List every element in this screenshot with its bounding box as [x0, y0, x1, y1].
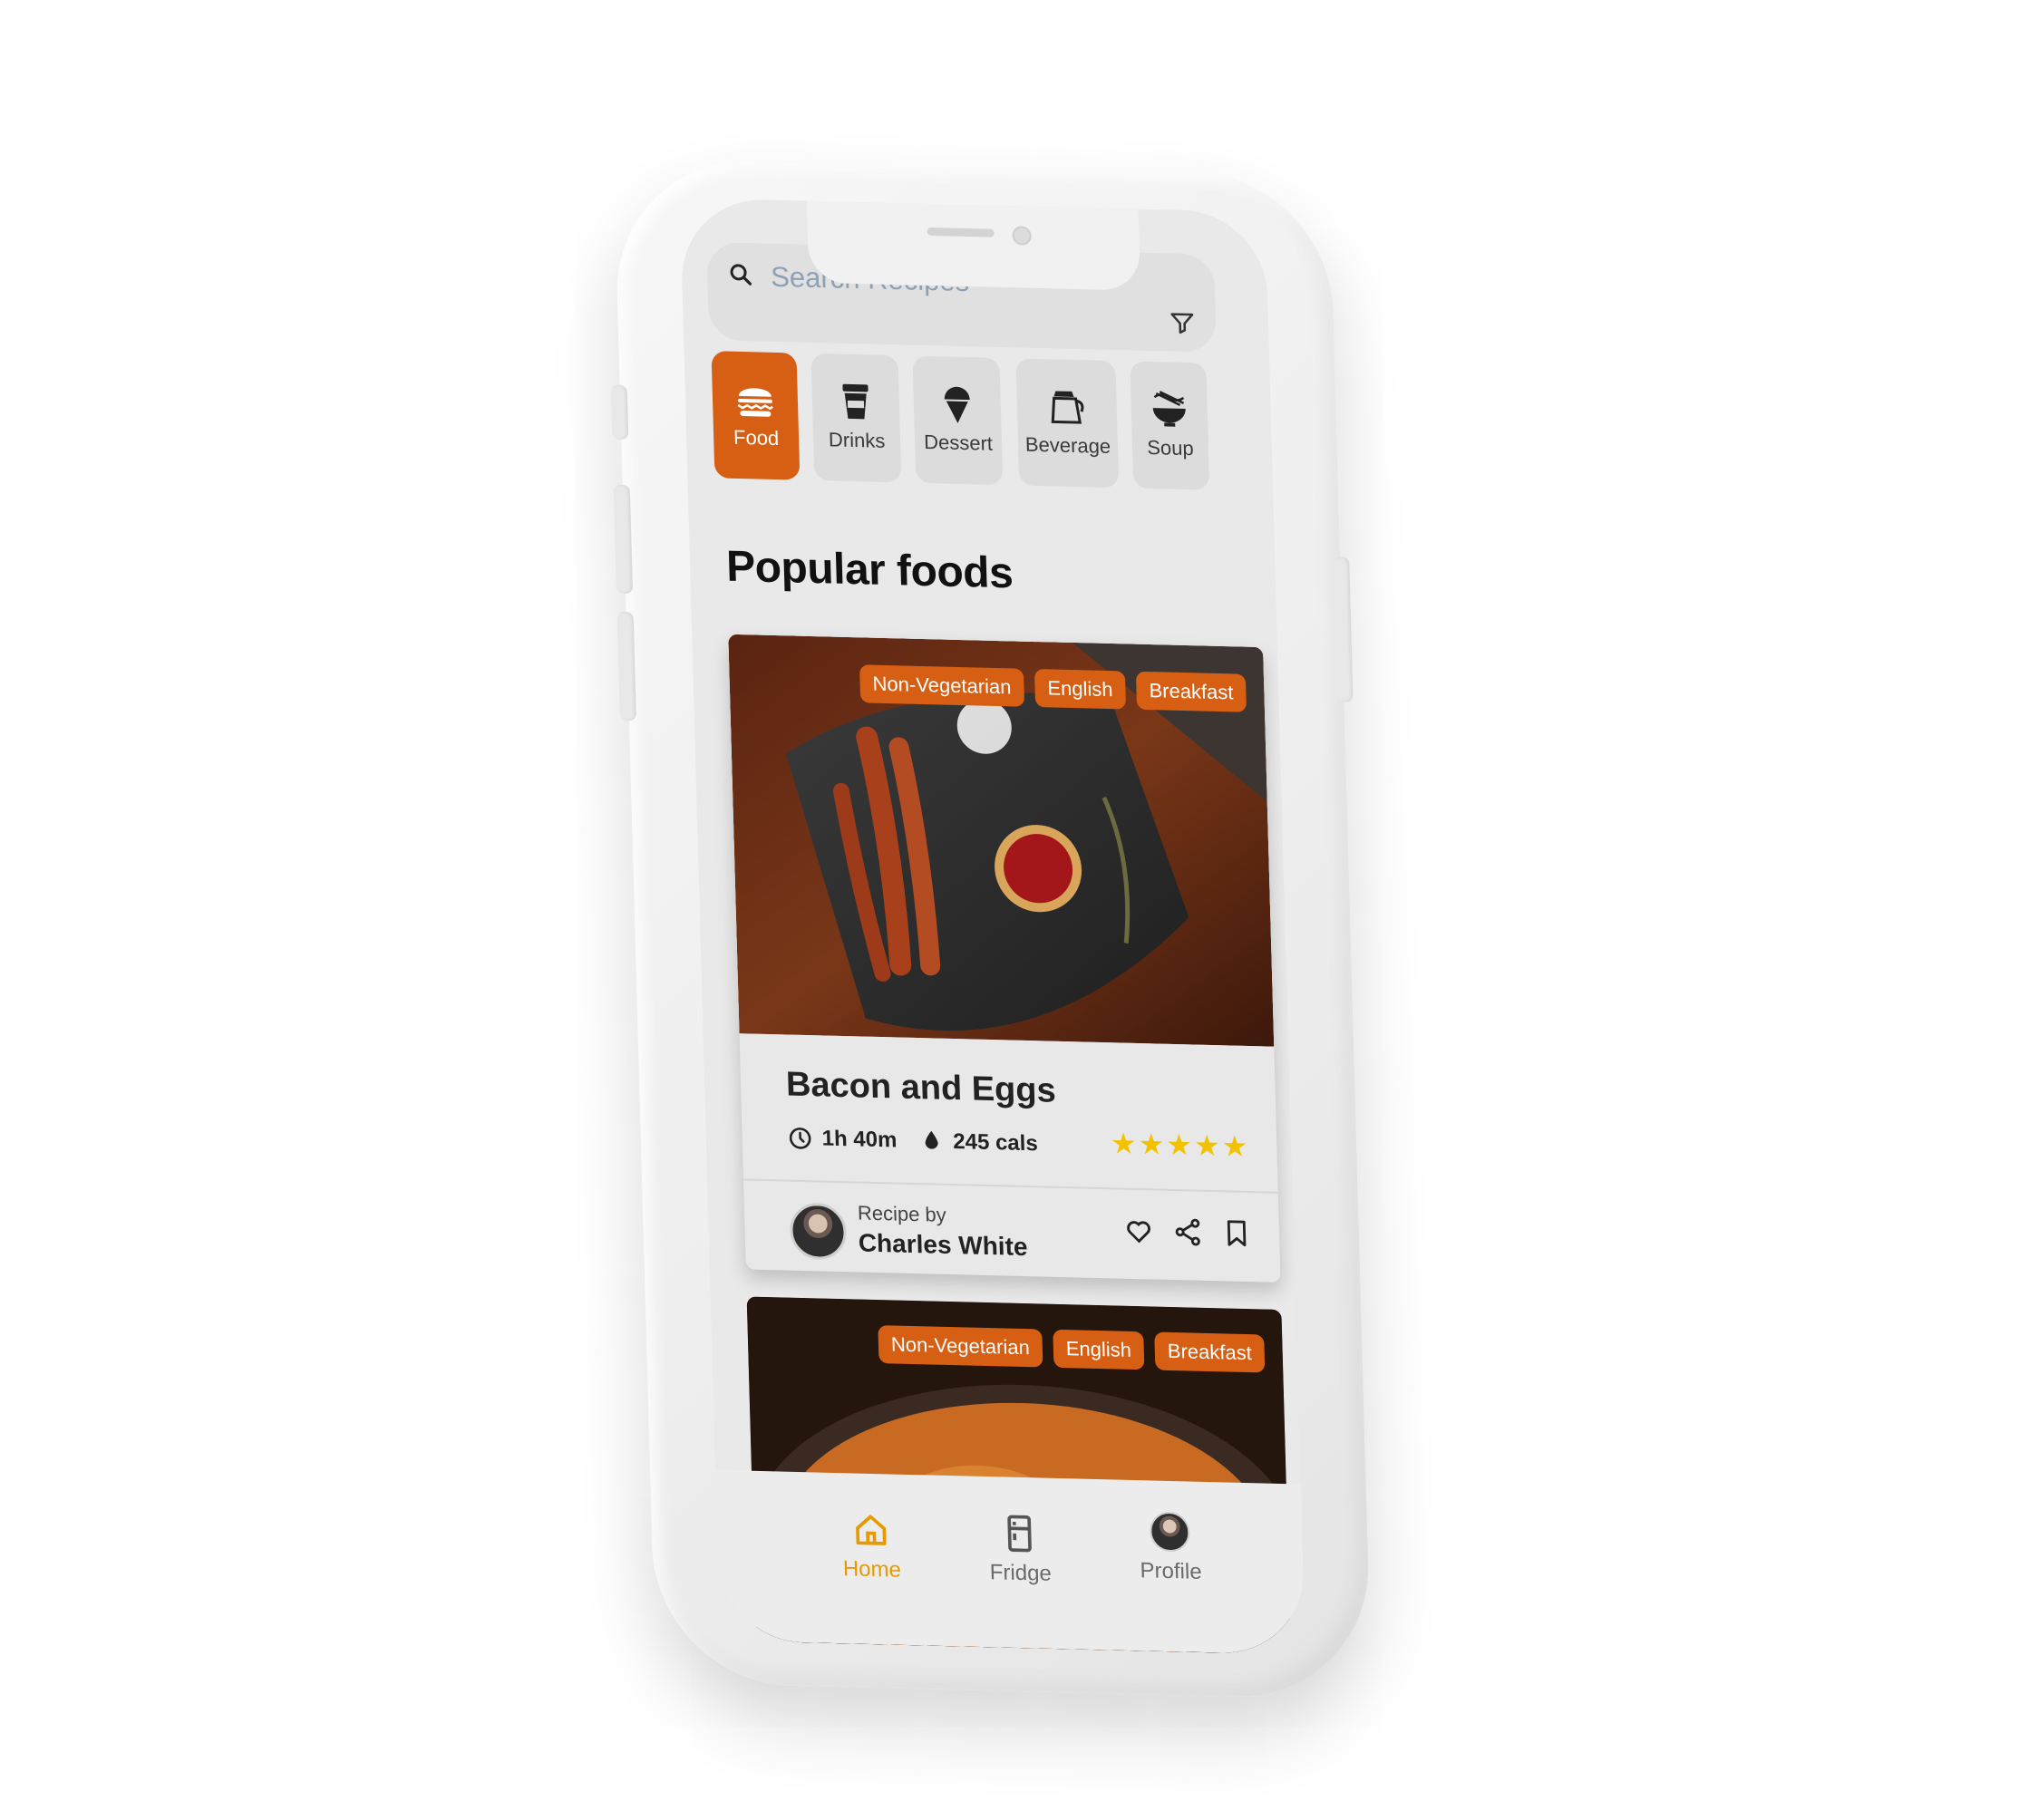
burger-icon — [737, 388, 773, 417]
category-label: Drinks — [828, 428, 886, 452]
star-icon: ★ — [1193, 1128, 1223, 1163]
star-icon: ★ — [1221, 1129, 1250, 1164]
bookmark-icon[interactable] — [1221, 1217, 1253, 1249]
nav-home[interactable]: Home — [816, 1508, 927, 1583]
category-label: Beverage — [1024, 432, 1111, 458]
category-dessert[interactable]: Dessert — [912, 355, 1004, 486]
coffee-pot-icon — [1051, 391, 1084, 424]
tag-breakfast[interactable]: Breakfast — [1135, 671, 1247, 712]
notch — [806, 198, 1141, 291]
fridge-icon — [1007, 1515, 1032, 1553]
nav-label: Fridge — [989, 1560, 1053, 1586]
ice-cream-icon — [944, 386, 970, 423]
category-soup[interactable]: Soup — [1130, 361, 1210, 490]
recipe-by-label: Recipe by — [857, 1201, 947, 1226]
tag-breakfast[interactable]: Breakfast — [1154, 1331, 1266, 1373]
nav-label: Profile — [1140, 1558, 1202, 1584]
share-icon[interactable] — [1172, 1216, 1204, 1248]
category-label: Dessert — [923, 430, 994, 455]
heart-icon[interactable] — [1123, 1215, 1155, 1247]
star-icon: ★ — [1165, 1128, 1195, 1162]
category-label: Food — [733, 425, 780, 450]
recipe-meta: 1h 40m 245 cals — [787, 1126, 1038, 1157]
mockup-stage: Food Drinks Dessert — [0, 0, 2038, 1820]
star-icon: ★ — [1138, 1128, 1167, 1161]
filter-icon[interactable] — [1169, 309, 1197, 337]
category-drinks[interactable]: Drinks — [810, 353, 902, 483]
nav-profile[interactable]: Profile — [1115, 1511, 1226, 1586]
tag-english[interactable]: English — [1034, 669, 1127, 710]
avatar — [1149, 1511, 1190, 1553]
tag-english[interactable]: English — [1053, 1329, 1145, 1370]
cook-time: 1h 40m — [821, 1126, 898, 1153]
author-avatar[interactable] — [789, 1202, 848, 1261]
phone-frame: Food Drinks Dessert — [610, 158, 1373, 1700]
volume-up-button — [613, 484, 634, 595]
category-label: Soup — [1146, 435, 1194, 460]
author-name[interactable]: Charles White — [858, 1228, 1028, 1262]
star-icon: ★ — [1110, 1127, 1140, 1161]
bottom-navigation: Home Fridge Profile — [714, 1469, 1305, 1655]
volume-down-button — [616, 611, 637, 721]
bowl-icon — [1152, 391, 1186, 427]
card-actions — [1123, 1215, 1253, 1250]
tag-non-vegetarian[interactable]: Non-Vegetarian — [878, 1325, 1043, 1368]
category-food[interactable]: Food — [711, 351, 801, 480]
front-camera — [1012, 226, 1032, 246]
nav-fridge[interactable]: Fridge — [965, 1512, 1075, 1587]
cup-icon — [842, 383, 869, 420]
section-title: Popular foods — [725, 542, 1014, 598]
tag-non-vegetarian[interactable]: Non-Vegetarian — [859, 664, 1025, 707]
clock-icon — [789, 1128, 811, 1149]
flame-icon — [925, 1130, 938, 1149]
mute-switch — [610, 384, 629, 440]
recipe-title: Bacon and Eggs — [785, 1065, 1057, 1110]
power-button — [1333, 557, 1354, 702]
search-icon — [730, 264, 752, 286]
divider — [742, 1178, 1278, 1194]
home-icon — [856, 1515, 887, 1545]
category-beverage[interactable]: Beverage — [1015, 358, 1120, 489]
category-list: Food Drinks Dessert Beverage Soup — [711, 351, 1277, 500]
speaker — [927, 227, 995, 237]
star-rating: ★★★★★ — [1110, 1126, 1250, 1164]
nav-label: Home — [842, 1556, 902, 1583]
recipe-card[interactable]: Non-Vegetarian English Breakfast Bacon a… — [728, 634, 1281, 1283]
phone-screen: Food Drinks Dessert — [679, 198, 1305, 1655]
calories: 245 cals — [952, 1129, 1039, 1157]
